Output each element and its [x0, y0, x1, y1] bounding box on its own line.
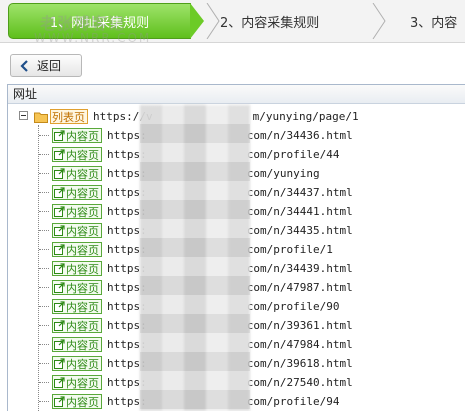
step-content-rules-label: 2、内容采集规则: [220, 15, 320, 31]
tree-branch-line: [39, 382, 49, 383]
step-content-rules[interactable]: 2、内容采集规则: [220, 3, 319, 39]
list-page-tag: 列表页: [50, 109, 88, 124]
external-link-icon: [54, 263, 65, 274]
url-suffix: com/n/34441.html: [246, 205, 353, 218]
step-separator: [206, 3, 220, 39]
back-button-label: 返回: [37, 59, 62, 73]
external-link-icon: [54, 396, 65, 407]
root-url-suffix: m/yunying/page/1: [252, 110, 359, 123]
url-suffix: com/yunying: [246, 167, 320, 180]
url-suffix: com/profile/90: [246, 300, 340, 313]
url-suffix: com/profile/1: [246, 243, 333, 256]
external-link-icon: [54, 244, 65, 255]
collapse-toggle[interactable]: [19, 111, 28, 120]
external-link-icon: [54, 149, 65, 160]
tree-branch-line: [39, 173, 49, 174]
content-page-tag: 内容页: [52, 261, 102, 276]
url-suffix: com/profile/94: [246, 395, 340, 408]
folder-icon: [34, 112, 48, 123]
url-suffix: com/n/47987.html: [246, 281, 353, 294]
content-page-tag: 内容页: [52, 356, 102, 371]
step-content-publish-label: 3、内容: [410, 15, 458, 31]
url-suffix: com/profile/44: [246, 148, 340, 161]
tree-branch-line: [39, 211, 49, 212]
url-suffix: com/n/34439.html: [246, 262, 353, 275]
tree-branch-line: [39, 325, 49, 326]
watermark-url: WWW.NRR.COM: [34, 31, 152, 45]
active-step-arrow: [190, 3, 204, 39]
tree-branch-line: [39, 249, 49, 250]
tree-branch-line: [39, 230, 49, 231]
content-page-tag: 内容页: [52, 147, 102, 162]
back-button[interactable]: 返回: [10, 54, 82, 77]
external-link-icon: [54, 225, 65, 236]
content-page-tag: 内容页: [52, 223, 102, 238]
external-link-icon: [54, 377, 65, 388]
content-page-tag: 内容页: [52, 299, 102, 314]
wizard-steps: 1、网址采集规则 2、内容采集规则 3、内容 老张博客记 WWW.NRR.COM: [0, 0, 465, 45]
url-suffix: com/n/47984.html: [246, 338, 353, 351]
tree-branch-line: [39, 135, 49, 136]
tree-branch-line: [39, 363, 49, 364]
tree-branch-line: [39, 287, 49, 288]
url-suffix: com/n/39361.html: [246, 319, 353, 332]
redacted-area-overlay: [140, 105, 250, 411]
external-link-icon: [54, 339, 65, 350]
external-link-icon: [54, 206, 65, 217]
content-page-tag: 内容页: [52, 128, 102, 143]
content-page-tag: 内容页: [52, 318, 102, 333]
url-suffix: com/n/34435.html: [246, 224, 353, 237]
tree-branch-line: [39, 268, 49, 269]
external-link-icon: [54, 320, 65, 331]
content-page-tag: 内容页: [52, 280, 102, 295]
panel-header: 网址: [8, 85, 465, 104]
content-page-tag: 内容页: [52, 204, 102, 219]
content-page-tag: 内容页: [52, 394, 102, 409]
tree-branch-line: [39, 401, 49, 402]
step-separator: [372, 3, 386, 39]
external-link-icon: [54, 130, 65, 141]
url-suffix: com/n/27540.html: [246, 376, 353, 389]
external-link-icon: [54, 301, 65, 312]
tree-branch-line: [39, 192, 49, 193]
step-content-publish[interactable]: 3、内容: [410, 3, 457, 39]
tree-branch-line: [39, 344, 49, 345]
content-page-tag: 内容页: [52, 185, 102, 200]
content-page-tag: 内容页: [52, 166, 102, 181]
url-suffix: com/n/39618.html: [246, 357, 353, 370]
content-page-tag: 内容页: [52, 337, 102, 352]
arrow-left-icon: [20, 59, 28, 72]
external-link-icon: [54, 187, 65, 198]
url-suffix: com/n/34437.html: [246, 186, 353, 199]
content-page-tag: 内容页: [52, 375, 102, 390]
url-suffix: com/n/34436.html: [246, 129, 353, 142]
tree-branch-line: [39, 306, 49, 307]
content-page-tag: 内容页: [52, 242, 102, 257]
external-link-icon: [54, 282, 65, 293]
external-link-icon: [54, 358, 65, 369]
tree-branch-line: [39, 154, 49, 155]
external-link-icon: [54, 168, 65, 179]
